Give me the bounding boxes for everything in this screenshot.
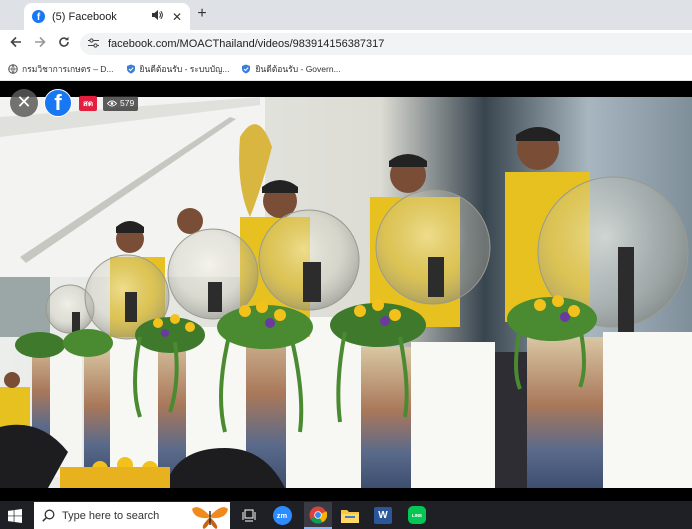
arrow-left-icon[interactable] xyxy=(7,35,25,53)
chrome-icon[interactable] xyxy=(304,502,332,529)
bookmark-item[interactable]: ยินดีต้อนรับ - ระบบบัญ... xyxy=(126,62,230,76)
video-player[interactable]: ✕ f สด 579 xyxy=(0,83,692,488)
speaker-icon[interactable] xyxy=(151,10,163,23)
butterfly-icon xyxy=(192,506,228,529)
arrow-right-icon[interactable] xyxy=(31,35,49,53)
zoom-label: zm xyxy=(272,505,292,525)
shield-icon xyxy=(126,64,136,74)
bookmark-label: ยินดีต้อนรับ - ระบบบัญ... xyxy=(139,63,230,74)
windows-icon[interactable] xyxy=(8,508,22,523)
view-count: 579 xyxy=(120,98,135,108)
bookmark-item[interactable]: ยินดีต้อนรับ - Govern... xyxy=(241,62,341,76)
tab-strip: f (5) Facebook ✕ + xyxy=(0,0,692,30)
bookmark-item[interactable]: กรมวิชาการเกษตร – D... xyxy=(8,62,114,76)
plus-icon[interactable]: + xyxy=(194,5,210,23)
bookmarks-bar: กรมวิชาการเกษตร – D... ยินดีต้อนรับ - ระ… xyxy=(0,57,692,81)
tune-icon[interactable] xyxy=(88,37,99,51)
line-icon[interactable]: LINE xyxy=(406,505,428,525)
zoom-icon[interactable]: zm xyxy=(271,505,293,525)
close-icon[interactable]: ✕ xyxy=(10,89,38,117)
browser-tab[interactable]: f (5) Facebook ✕ xyxy=(24,3,190,30)
video-scene xyxy=(0,97,692,488)
facebook-icon: f xyxy=(32,10,45,23)
eye-icon xyxy=(107,100,117,107)
bookmark-label: กรมวิชาการเกษตร – D... xyxy=(22,63,114,74)
live-badge: สด xyxy=(79,96,98,111)
search-icon xyxy=(42,509,55,522)
search-placeholder: Type here to search xyxy=(62,509,160,522)
line-label: LINE xyxy=(408,506,426,524)
video-frame xyxy=(0,97,692,488)
close-icon[interactable]: ✕ xyxy=(172,10,182,24)
bookmark-label: ยินดีต้อนรับ - Govern... xyxy=(255,63,341,74)
reload-icon[interactable] xyxy=(55,35,73,53)
tab-title: (5) Facebook xyxy=(52,10,117,23)
file-explorer-icon[interactable] xyxy=(339,505,361,525)
view-count-badge: 579 xyxy=(103,96,139,111)
word-icon[interactable]: W xyxy=(372,505,394,525)
browser-toolbar: facebook.com/MOACThailand/videos/9839141… xyxy=(0,30,692,57)
windows-taskbar: Type here to search zm W LINE xyxy=(0,501,692,529)
word-label: W xyxy=(374,506,392,524)
address-bar[interactable]: facebook.com/MOACThailand/videos/9839141… xyxy=(80,33,692,55)
globe-icon xyxy=(8,63,18,74)
facebook-logo[interactable]: f xyxy=(44,89,72,117)
task-view-icon[interactable] xyxy=(238,505,260,525)
url-text: facebook.com/MOACThailand/videos/9839141… xyxy=(108,38,385,50)
shield-icon xyxy=(241,64,251,74)
taskbar-search[interactable]: Type here to search xyxy=(34,502,230,529)
